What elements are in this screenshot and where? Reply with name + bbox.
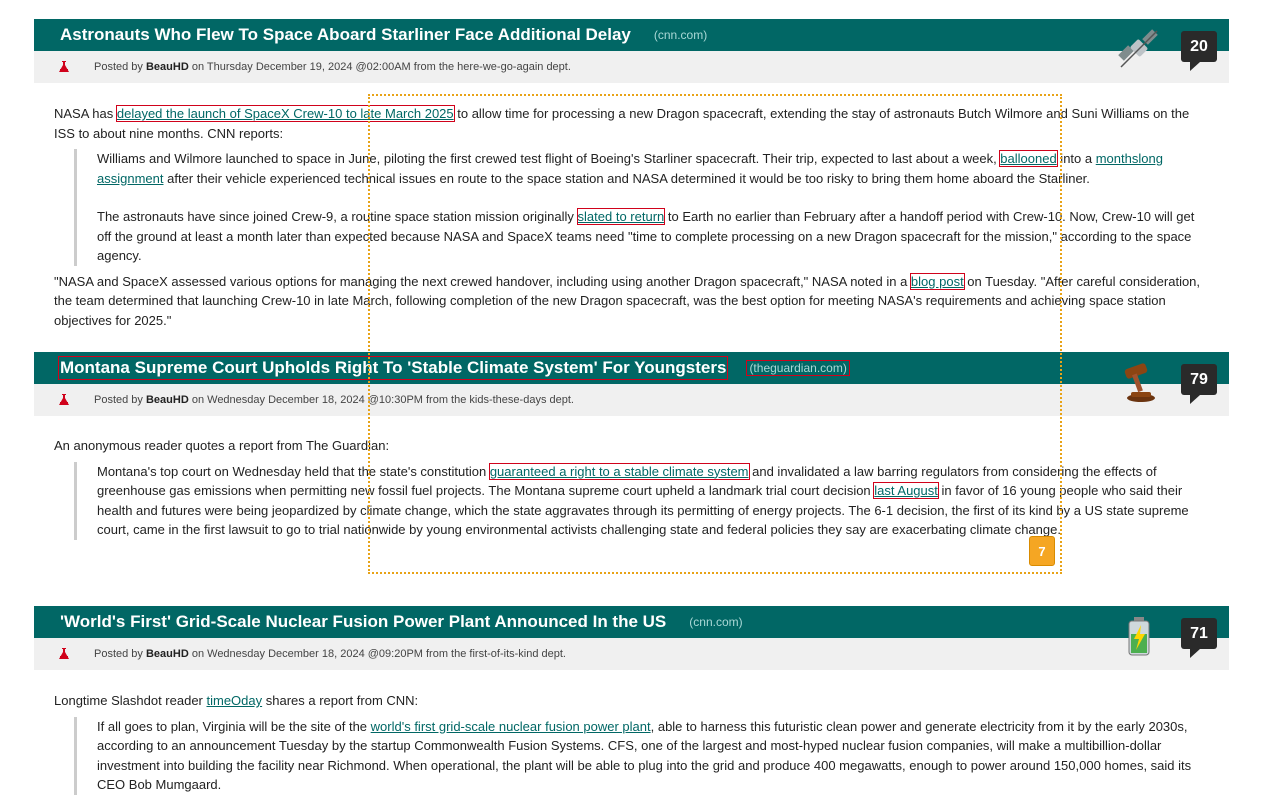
story-link[interactable]: slated to return — [576, 208, 666, 225]
gavel-icon[interactable] — [1117, 360, 1161, 404]
story-title-link[interactable]: Montana Supreme Court Upholds Right To '… — [57, 356, 729, 380]
quote-paragraph: Montana's top court on Wednesday held th… — [97, 462, 1189, 537]
story-intro: An anonymous reader quotes a report from… — [54, 438, 390, 453]
story-link[interactable]: last August — [873, 482, 939, 499]
story-title-link[interactable]: Astronauts Who Flew To Space Aboard Star… — [59, 24, 632, 46]
author-name[interactable]: BeauHD — [146, 61, 189, 73]
story-link[interactable]: blog post — [909, 272, 965, 290]
flask-icon — [34, 394, 94, 406]
story-2-body: An anonymous reader quotes a report from… — [54, 436, 1204, 540]
battery-icon[interactable] — [1117, 614, 1161, 658]
story-source[interactable]: (cnn.com) — [652, 28, 709, 42]
story-link[interactable]: timeOday — [206, 693, 262, 708]
story-link[interactable]: world's first grid-scale nuclear fusion … — [371, 719, 651, 734]
story-1-body: NASA has delayed the launch of SpaceX Cr… — [54, 104, 1204, 330]
quote-paragraph: Williams and Wilmore launched to space i… — [97, 150, 1163, 186]
post-date: on Wednesday December 18, 2024 @09:20PM … — [191, 648, 566, 660]
story-link[interactable]: ballooned — [999, 150, 1058, 167]
story-3-header: 'World's First' Grid-Scale Nuclear Fusio… — [34, 606, 1229, 670]
overlay-badge: 7 — [1029, 536, 1055, 566]
story-meta-bar: Posted by BeauHD on Wednesday December 1… — [34, 384, 1229, 416]
story-meta-bar: Posted by BeauHD on Wednesday December 1… — [34, 638, 1229, 670]
story-3-body: Longtime Slashdot reader timeOday shares… — [54, 691, 1204, 795]
story-outro: "NASA and SpaceX assessed various option… — [54, 272, 1201, 328]
flask-icon — [34, 648, 94, 660]
comment-count-badge[interactable]: 20 — [1181, 31, 1217, 71]
story-2-header: Montana Supreme Court Upholds Right To '… — [34, 352, 1229, 416]
comment-count-badge[interactable]: 79 — [1181, 364, 1217, 404]
comment-count-badge[interactable]: 71 — [1181, 618, 1217, 658]
story-blockquote: If all goes to plan, Virginia will be th… — [74, 716, 1204, 795]
author-name[interactable]: BeauHD — [146, 648, 189, 660]
quote-paragraph: The astronauts have since joined Crew-9,… — [97, 208, 1195, 263]
post-date: on Thursday December 19, 2024 @02:00AM f… — [191, 61, 571, 73]
story-link[interactable]: guaranteed a right to a stable climate s… — [488, 462, 750, 480]
posted-by-label: Posted by — [94, 648, 143, 660]
author-name[interactable]: BeauHD — [146, 394, 189, 406]
posted-by-label: Posted by — [94, 394, 143, 406]
story-title-bar: Montana Supreme Court Upholds Right To '… — [34, 352, 1229, 384]
satellite-icon[interactable] — [1117, 27, 1161, 71]
story-meta-bar: Posted by BeauHD on Thursday December 19… — [34, 51, 1229, 83]
story-blockquote: Montana's top court on Wednesday held th… — [74, 461, 1204, 540]
story-source[interactable]: (theguardian.com) — [746, 360, 850, 376]
quote-paragraph: If all goes to plan, Virginia will be th… — [97, 718, 1192, 793]
story-source[interactable]: (cnn.com) — [687, 615, 744, 629]
story-title-link[interactable]: 'World's First' Grid-Scale Nuclear Fusio… — [59, 611, 667, 633]
posted-by-label: Posted by — [94, 61, 143, 73]
story-1-header: Astronauts Who Flew To Space Aboard Star… — [34, 19, 1229, 83]
post-date: on Wednesday December 18, 2024 @10:30PM … — [191, 394, 574, 406]
story-title-bar: 'World's First' Grid-Scale Nuclear Fusio… — [34, 606, 1229, 638]
story-intro: NASA has delayed the launch of SpaceX Cr… — [54, 105, 1190, 141]
story-link[interactable]: delayed the launch of SpaceX Crew-10 to … — [115, 105, 455, 122]
flask-icon — [34, 61, 94, 73]
story-intro: Longtime Slashdot reader timeOday shares… — [54, 693, 419, 708]
story-blockquote: Williams and Wilmore launched to space i… — [74, 149, 1204, 266]
story-title-bar: Astronauts Who Flew To Space Aboard Star… — [34, 19, 1229, 51]
